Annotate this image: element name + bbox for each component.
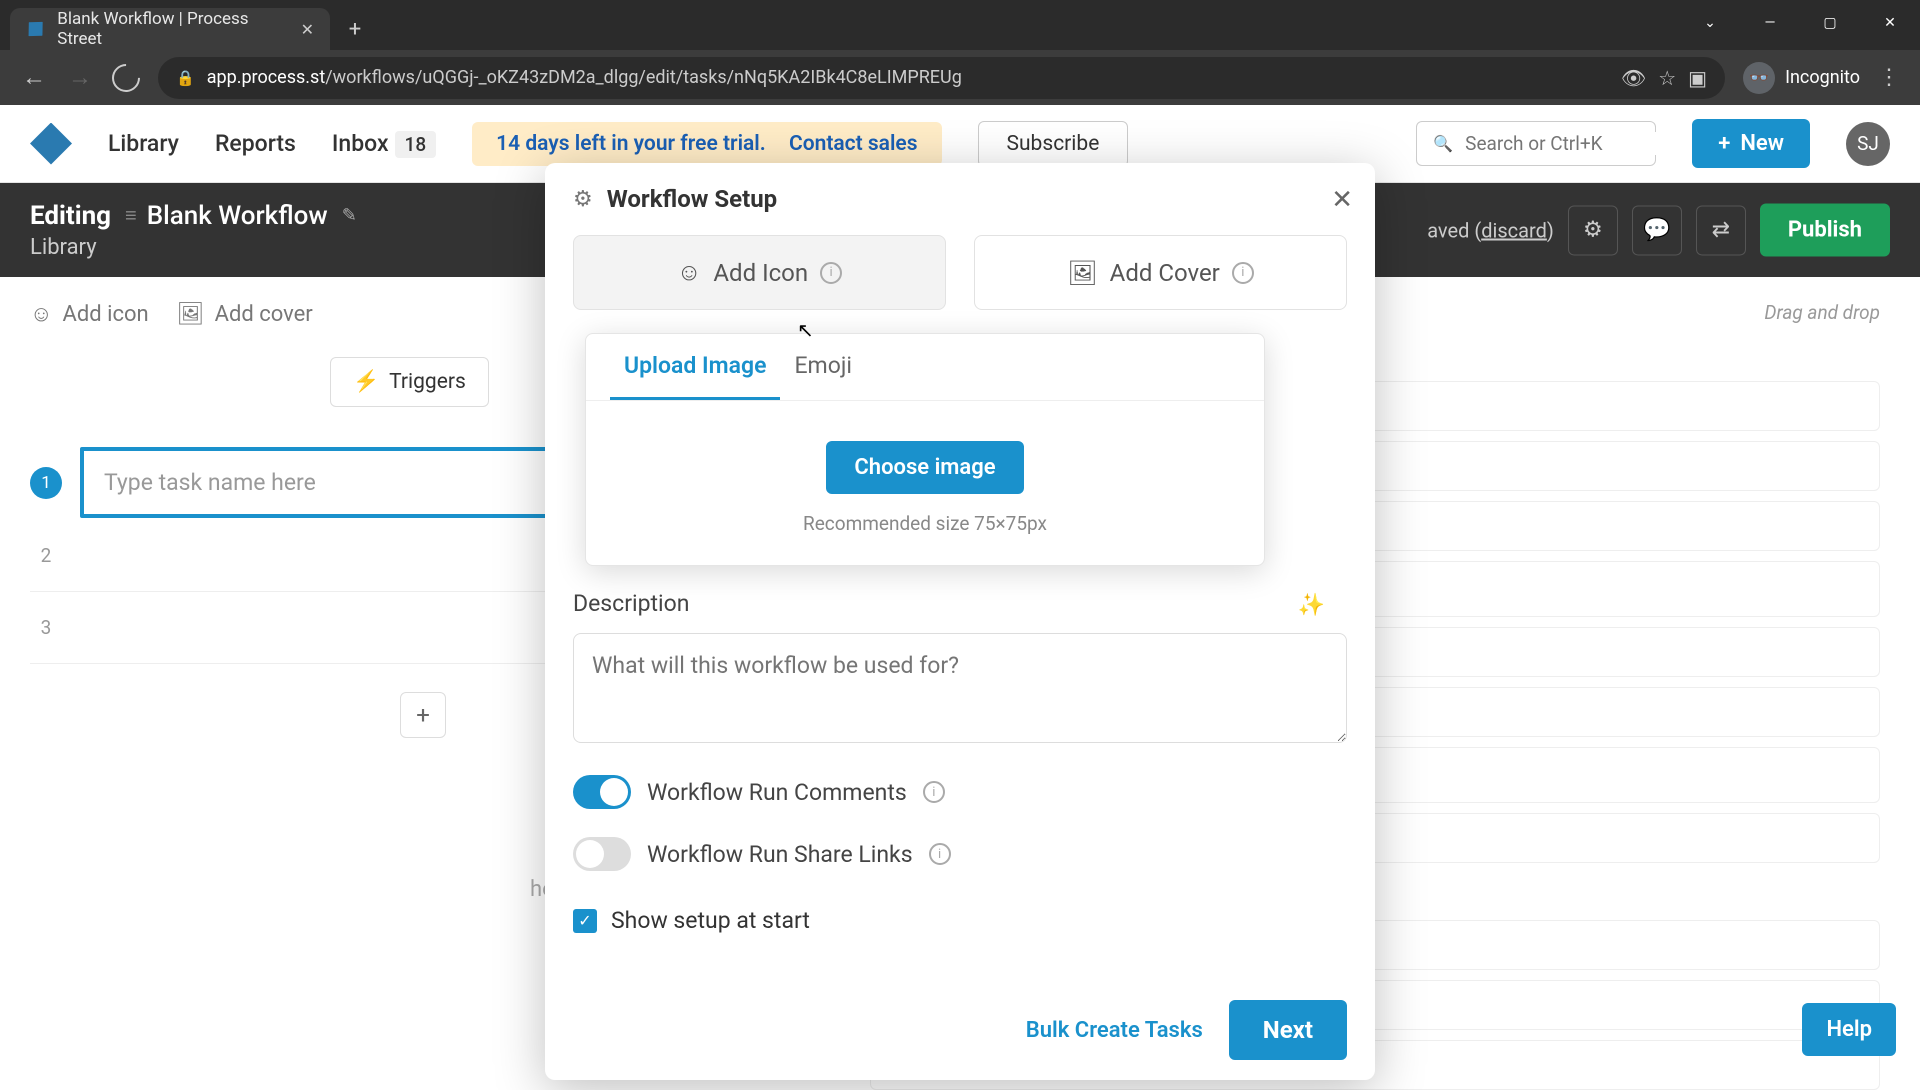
browser-tab[interactable]: Blank Workflow | Process Street ✕: [10, 8, 330, 50]
image-icon: 🖼: [1067, 259, 1097, 287]
info-icon[interactable]: i: [1232, 262, 1254, 284]
task-number: 1: [30, 467, 62, 499]
nav-inbox[interactable]: Inbox18: [332, 130, 436, 157]
add-icon-link[interactable]: ☺Add icon: [30, 301, 149, 327]
tab-upload-image[interactable]: Upload Image: [610, 334, 780, 400]
share-toggle[interactable]: [573, 837, 631, 871]
gear-icon: ⚙: [573, 187, 593, 212]
smile-icon: ☺: [30, 301, 52, 327]
info-icon[interactable]: i: [820, 262, 842, 284]
minimize-icon[interactable]: —: [1740, 0, 1800, 46]
contact-sales-link[interactable]: Contact sales: [789, 132, 918, 156]
incognito-label: Incognito: [1785, 67, 1860, 88]
tab-title: Blank Workflow | Process Street: [57, 9, 288, 49]
trial-rest: in your free trial.: [606, 132, 766, 156]
smile-icon: ☺: [677, 258, 702, 287]
browser-chrome: Blank Workflow | Process Street ✕ + ⌄ — …: [0, 0, 1920, 105]
favicon-icon: [22, 15, 50, 43]
eye-off-icon[interactable]: 👁: [1621, 66, 1646, 90]
workflow-share-row: Workflow Run Share Links i: [573, 837, 1347, 871]
shuffle-icon[interactable]: ⇄: [1696, 205, 1746, 255]
workflow-setup-modal: ⚙ Workflow Setup ✕ ☺Add Iconi 🖼Add Cover…: [545, 163, 1375, 1080]
inbox-count: 18: [395, 131, 437, 158]
image-icon: 🖼: [177, 302, 205, 327]
workflow-name: ≡Blank Workflow: [125, 201, 328, 231]
search-input[interactable]: [1465, 132, 1710, 155]
comment-icon[interactable]: 💬: [1632, 205, 1682, 255]
share-label: Workflow Run Share Links: [647, 841, 913, 868]
lock-icon: 🔒: [176, 69, 195, 87]
pencil-icon[interactable]: ✎: [342, 205, 357, 226]
window-controls: ⌄ — ▢ ✕: [1680, 0, 1920, 46]
magic-wand-icon[interactable]: ✨: [1298, 593, 1325, 618]
search-box[interactable]: 🔍: [1416, 121, 1656, 166]
publish-button[interactable]: Publish: [1760, 204, 1890, 257]
show-setup-checkbox[interactable]: ✓: [573, 909, 597, 933]
close-tab-icon[interactable]: ✕: [301, 20, 314, 39]
tab-bar: Blank Workflow | Process Street ✕ +: [0, 0, 1920, 50]
new-tab-button[interactable]: +: [338, 12, 372, 46]
address-bar: ← → 🔒 app.process.st/workflows/uQGGj-_oK…: [0, 50, 1920, 105]
url-text: app.process.st/workflows/uQGGj-_oKZ43zDM…: [207, 67, 1609, 88]
info-icon[interactable]: i: [929, 843, 951, 865]
description-label: Description: [573, 590, 1347, 617]
trial-days: 14 days left: [496, 132, 606, 156]
incognito-badge: 👓 Incognito: [1743, 62, 1860, 94]
close-icon[interactable]: ✕: [1331, 185, 1353, 215]
add-task-button[interactable]: +: [400, 692, 446, 738]
next-button[interactable]: Next: [1229, 1000, 1347, 1060]
menu-icon[interactable]: ⋮: [1878, 65, 1900, 90]
maximize-icon[interactable]: ▢: [1800, 0, 1860, 46]
logo-icon[interactable]: [30, 123, 72, 165]
bulk-create-link[interactable]: Bulk Create Tasks: [1026, 1018, 1203, 1043]
nav-library[interactable]: Library: [108, 130, 179, 157]
task-number: 3: [30, 616, 62, 639]
add-cover-button[interactable]: 🖼Add Coveri: [974, 235, 1347, 310]
info-icon[interactable]: i: [923, 781, 945, 803]
forward-icon: →: [66, 63, 94, 92]
star-icon[interactable]: ☆: [1658, 66, 1676, 90]
bolt-icon: ⚡: [353, 370, 379, 394]
incognito-icon: 👓: [1743, 62, 1775, 94]
add-icon-button[interactable]: ☺Add Iconi: [573, 235, 946, 310]
extension-icon[interactable]: ▣: [1688, 66, 1707, 90]
workflow-icon: ≡: [125, 203, 137, 228]
subscribe-button[interactable]: Subscribe: [978, 121, 1129, 167]
reload-icon[interactable]: [106, 58, 146, 98]
plus-icon: +: [1718, 131, 1730, 156]
close-window-icon[interactable]: ✕: [1860, 0, 1920, 46]
show-setup-label: Show setup at start: [611, 907, 810, 934]
recommended-size: Recommended size 75×75px: [586, 512, 1264, 535]
saved-text: aved (discard): [1427, 218, 1554, 242]
settings-icon[interactable]: ⚙: [1568, 205, 1618, 255]
workflow-comments-row: Workflow Run Comments i: [573, 775, 1347, 809]
back-icon[interactable]: ←: [20, 63, 48, 92]
discard-link[interactable]: discard: [1481, 218, 1547, 242]
help-button[interactable]: Help: [1802, 1003, 1896, 1056]
choose-image-button[interactable]: Choose image: [826, 441, 1023, 494]
triggers-button[interactable]: ⚡Triggers: [330, 357, 489, 407]
tab-dropdown-icon[interactable]: ⌄: [1680, 0, 1740, 46]
comments-label: Workflow Run Comments: [647, 779, 907, 806]
icon-upload-popover: Upload Image Emoji Choose image Recommen…: [585, 333, 1265, 566]
task-number: 2: [30, 544, 62, 567]
avatar[interactable]: SJ: [1846, 122, 1890, 166]
comments-toggle[interactable]: [573, 775, 631, 809]
editing-label: Editing: [30, 201, 111, 231]
show-setup-row: ✓ Show setup at start: [573, 907, 1347, 934]
add-cover-link[interactable]: 🖼Add cover: [177, 301, 313, 327]
search-icon: 🔍: [1433, 134, 1453, 153]
new-button[interactable]: +New: [1692, 119, 1810, 168]
tab-emoji[interactable]: Emoji: [780, 334, 865, 400]
nav-reports[interactable]: Reports: [215, 130, 296, 157]
trial-banner: 14 days left in your free trial. Contact…: [472, 122, 941, 166]
description-input[interactable]: [573, 633, 1347, 743]
url-input[interactable]: 🔒 app.process.st/workflows/uQGGj-_oKZ43z…: [158, 57, 1725, 99]
modal-title: Workflow Setup: [607, 185, 777, 213]
